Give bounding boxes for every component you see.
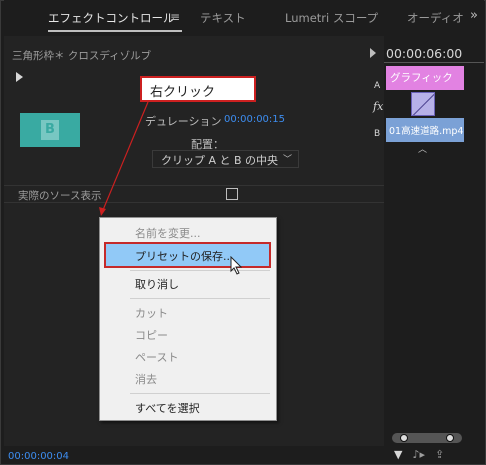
menu-separator	[130, 298, 270, 299]
menu-separator	[130, 270, 270, 271]
menu-item-select-all[interactable]: すべてを選択	[135, 400, 200, 416]
menu-item-rename[interactable]: 名前を変更...	[135, 225, 201, 241]
menu-item-undo[interactable]: 取り消し	[135, 276, 179, 292]
menu-item-save-preset[interactable]: プリセットの保存...	[135, 248, 234, 264]
menu-separator	[130, 393, 270, 394]
context-menu: 名前を変更... プリセットの保存... 取り消し カット コピー ペースト 消…	[99, 217, 277, 421]
menu-item-paste[interactable]: ペースト	[135, 349, 178, 365]
menu-item-cut[interactable]: カット	[135, 305, 168, 321]
menu-item-clear[interactable]: 消去	[135, 371, 157, 387]
menu-item-copy[interactable]: コピー	[135, 327, 168, 343]
mouse-cursor-icon	[230, 256, 243, 275]
